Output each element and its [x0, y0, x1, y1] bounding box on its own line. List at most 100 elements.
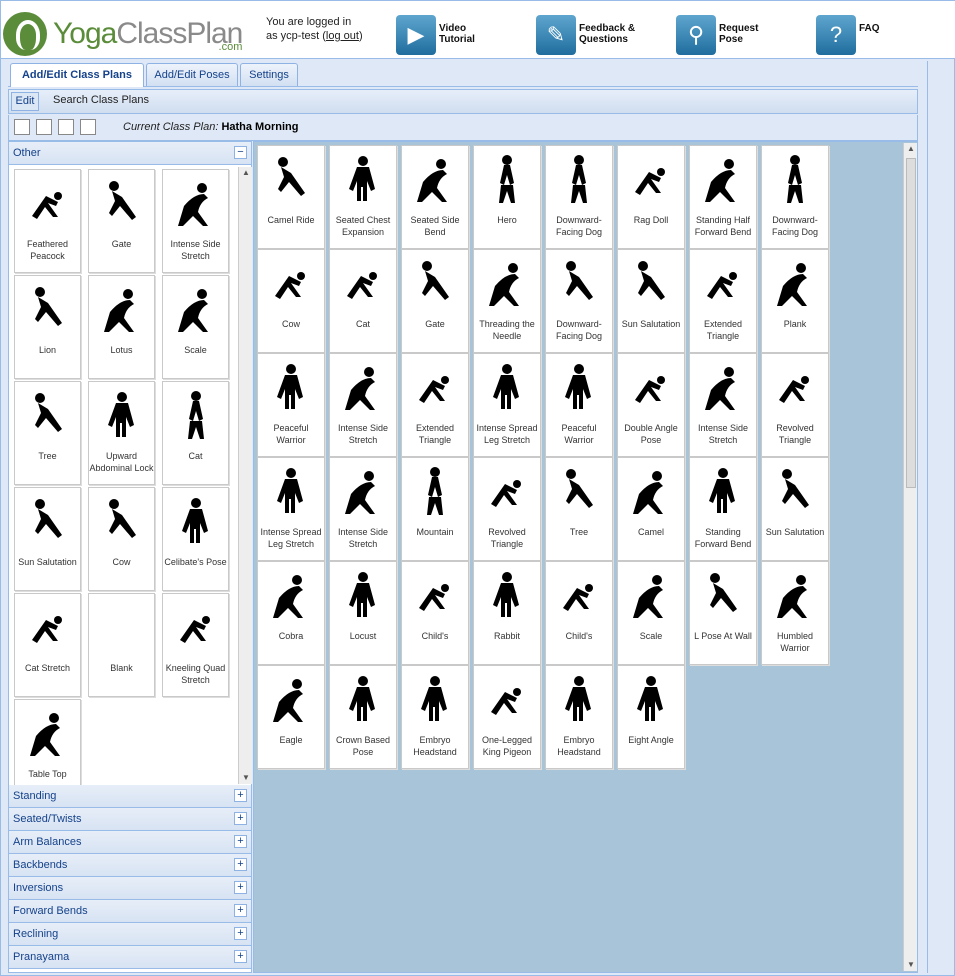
- section-header[interactable]: Backbends +: [9, 854, 251, 877]
- pose-card[interactable]: Kneeling Quad Stretch: [162, 593, 229, 697]
- feedback-button[interactable]: ✎ Feedback & Questions: [536, 15, 639, 55]
- section-header[interactable]: Reclining +: [9, 923, 251, 946]
- pose-card[interactable]: Cat Stretch: [14, 593, 81, 697]
- section-header[interactable]: Seated/Twists +: [9, 808, 251, 831]
- pose-card[interactable]: Cow: [257, 249, 325, 353]
- pose-card[interactable]: Table Top: [14, 699, 81, 785]
- pose-silhouette-icon: [187, 391, 204, 439]
- pose-card[interactable]: Extended Triangle: [689, 249, 757, 353]
- section-header[interactable]: Pranayama +: [9, 946, 251, 969]
- pose-card[interactable]: Peaceful Warrior: [257, 353, 325, 457]
- pose-card[interactable]: Child's: [545, 561, 613, 665]
- pose-card[interactable]: Seated Chest Expansion: [329, 145, 397, 249]
- pose-card[interactable]: Revolved Triangle: [761, 353, 829, 457]
- pose-card[interactable]: Hero: [473, 145, 541, 249]
- pose-card[interactable]: Peaceful Warrior: [545, 353, 613, 457]
- pose-card[interactable]: Extended Triangle: [401, 353, 469, 457]
- pose-card[interactable]: Locust: [329, 561, 397, 665]
- pose-card[interactable]: Threading the Needle: [473, 249, 541, 353]
- expand-icon[interactable]: +: [234, 812, 247, 825]
- pose-card[interactable]: Intense Spread Leg Stretch: [473, 353, 541, 457]
- pose-card[interactable]: Intense Spread Leg Stretch: [257, 457, 325, 561]
- pose-card[interactable]: Eight Angle: [617, 665, 685, 769]
- pose-card[interactable]: Downward-Facing Dog: [545, 145, 613, 249]
- faq-button[interactable]: ? FAQ: [816, 15, 919, 55]
- pose-card[interactable]: L Pose At Wall: [689, 561, 757, 665]
- section-header[interactable]: Standing +: [9, 785, 251, 808]
- pose-card[interactable]: Intense Side Stretch: [329, 457, 397, 561]
- pose-card[interactable]: Sun Salutation: [14, 487, 81, 591]
- pose-card[interactable]: Plank: [761, 249, 829, 353]
- section-header[interactable]: Arm Balances +: [9, 831, 251, 854]
- expand-icon[interactable]: +: [234, 881, 247, 894]
- section-header-other[interactable]: Other −: [9, 142, 251, 165]
- search-class-plans-button[interactable]: Search Class Plans: [53, 92, 149, 111]
- expand-icon[interactable]: +: [234, 904, 247, 917]
- tab-poses[interactable]: Add/Edit Poses: [146, 63, 238, 86]
- pose-card[interactable]: Humbled Warrior: [761, 561, 829, 665]
- pose-silhouette-icon: [565, 364, 591, 409]
- pose-card[interactable]: Tree: [14, 381, 81, 485]
- expand-icon[interactable]: +: [234, 927, 247, 940]
- pose-card[interactable]: Intense Side Stretch: [162, 169, 229, 273]
- pose-card[interactable]: Standing Half Forward Bend: [689, 145, 757, 249]
- pose-card[interactable]: Cat: [329, 249, 397, 353]
- tab-settings[interactable]: Settings: [240, 63, 298, 86]
- pose-card[interactable]: Rabbit: [473, 561, 541, 665]
- pose-card[interactable]: Revolved Triangle: [473, 457, 541, 561]
- pose-card[interactable]: Intense Side Stretch: [329, 353, 397, 457]
- plan-scrollbar[interactable]: ▲ ▼: [903, 143, 917, 971]
- pose-card[interactable]: Child's: [401, 561, 469, 665]
- expand-icon[interactable]: +: [234, 858, 247, 871]
- pose-card[interactable]: Cobra: [257, 561, 325, 665]
- pose-card[interactable]: Cat: [162, 381, 229, 485]
- pose-card[interactable]: Intense Side Stretch: [689, 353, 757, 457]
- pose-card[interactable]: Sun Salutation: [617, 249, 685, 353]
- pose-card[interactable]: Camel Ride: [257, 145, 325, 249]
- library-grid: Feathered Peacock Gate Intense Side Stretc…: [9, 165, 243, 785]
- pose-card[interactable]: Scale: [162, 275, 229, 379]
- pose-card[interactable]: Sun Salutation: [761, 457, 829, 561]
- pose-card[interactable]: Eagle: [257, 665, 325, 769]
- pose-card[interactable]: Lion: [14, 275, 81, 379]
- pose-card[interactable]: Embryo Headstand: [401, 665, 469, 769]
- pose-card[interactable]: One-Legged King Pigeon: [473, 665, 541, 769]
- expand-icon[interactable]: +: [234, 789, 247, 802]
- pose-silhouette-icon: [422, 261, 449, 300]
- pose-card[interactable]: Scale: [617, 561, 685, 665]
- section-header[interactable]: Forward Bends +: [9, 900, 251, 923]
- tab-class-plans[interactable]: Add/Edit Class Plans: [10, 63, 144, 87]
- edit-button[interactable]: Edit: [11, 92, 39, 111]
- expand-icon[interactable]: +: [234, 835, 247, 848]
- pose-card[interactable]: Celibate's Pose: [162, 487, 229, 591]
- pose-card[interactable]: Lotus: [88, 275, 155, 379]
- pose-card[interactable]: Gate: [401, 249, 469, 353]
- expand-icon[interactable]: +: [234, 950, 247, 963]
- pose-card[interactable]: Mountain: [401, 457, 469, 561]
- pose-card[interactable]: Downward-Facing Dog: [545, 249, 613, 353]
- pose-card[interactable]: Downward-Facing Dog: [761, 145, 829, 249]
- logout-link[interactable]: log out: [326, 30, 359, 42]
- collapse-icon[interactable]: −: [234, 146, 247, 159]
- pose-card[interactable]: Cow: [88, 487, 155, 591]
- copy-plan-icon[interactable]: [58, 119, 74, 135]
- pose-card[interactable]: Double Angle Pose: [617, 353, 685, 457]
- pose-card[interactable]: Tree: [545, 457, 613, 561]
- open-plan-icon[interactable]: [36, 119, 52, 135]
- pose-card[interactable]: Seated Side Bend: [401, 145, 469, 249]
- pose-card[interactable]: Gate: [88, 169, 155, 273]
- pose-card[interactable]: Feathered Peacock: [14, 169, 81, 273]
- request-pose-button[interactable]: ⚲ Request Pose: [676, 15, 779, 55]
- pose-card[interactable]: Rag Doll: [617, 145, 685, 249]
- pose-card[interactable]: Blank: [88, 593, 155, 697]
- library-scrollbar[interactable]: ▲ ▼: [238, 167, 252, 784]
- pose-card[interactable]: Standing Forward Bend: [689, 457, 757, 561]
- video-tutorial-button[interactable]: ▶ Video Tutorial: [396, 15, 499, 55]
- export-plan-icon[interactable]: [80, 119, 96, 135]
- pose-card[interactable]: Camel: [617, 457, 685, 561]
- pose-card[interactable]: Upward Abdominal Lock: [88, 381, 155, 485]
- pose-card[interactable]: Embryo Headstand: [545, 665, 613, 769]
- new-plan-icon[interactable]: [14, 119, 30, 135]
- section-header[interactable]: Inversions +: [9, 877, 251, 900]
- pose-card[interactable]: Crown Based Pose: [329, 665, 397, 769]
